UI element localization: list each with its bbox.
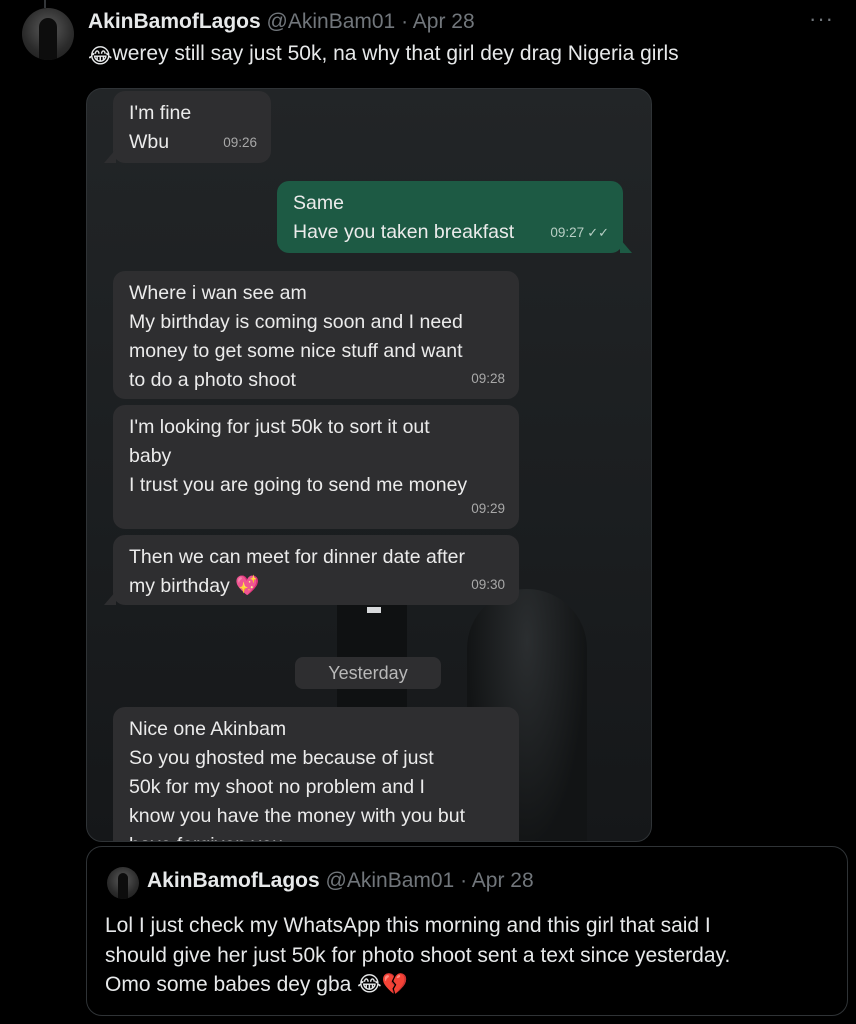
message-time: 09:27 [550,225,585,240]
chat-message-incoming: I'm looking for just 50k to sort it out … [113,405,519,529]
chat-message-incoming: Then we can meet for dinner date after m… [104,535,519,605]
message-line: I'm looking for just 50k to sort it out [129,416,430,438]
quoted-tweet-date: Apr 28 [471,869,534,892]
message-time: 09:26 [223,135,257,150]
message-time: 09:28 [471,371,505,386]
message-line: know you have the money with you but [129,805,466,827]
tweet-text-body: werey still say just 50k, na why that gi… [112,42,679,65]
chat-message-incoming: Where i wan see am My birthday is coming… [113,271,519,399]
quoted-text-line: Lol I just check my WhatsApp this mornin… [105,914,711,937]
message-line: Same [293,192,344,214]
chat-message-incoming: Nice one Akinbam So you ghosted me becau… [113,707,519,841]
message-line: Nice one Akinbam [129,718,287,740]
header-separator: · [454,869,472,892]
author-name[interactable]: AkinBamofLagos [88,10,261,33]
quoted-tweet-text: Lol I just check my WhatsApp this mornin… [105,911,730,1000]
chat-message-incoming: I'm fine Wbu 09:26 [104,91,271,163]
author-handle[interactable]: @AkinBam01 [267,10,396,33]
message-line: baby [129,445,172,467]
quoted-author-avatar [107,867,139,899]
chat-message-outgoing: Same Have you taken breakfast 09:27 ✓✓ [277,181,632,253]
quoted-tweet[interactable]: AkinBamofLagos @AkinBam01 · Apr 28 Lol I… [86,846,848,1016]
message-time: 09:30 [471,577,505,592]
header-separator: · [395,10,413,33]
quoted-text-line: Omo some babes dey gba 😂💔 [105,973,408,996]
quoted-tweet-header: AkinBamofLagos @AkinBam01 · Apr 28 [147,869,534,893]
tweet-date[interactable]: Apr 28 [413,10,475,33]
message-line: Where i wan see am [129,282,307,304]
date-divider: Yesterday [295,657,441,689]
avatar-figure [118,873,128,899]
tweet-text: 😂werey still say just 50k, na why that g… [88,42,679,69]
thread-connector-line [44,0,46,8]
quoted-author-handle: @AkinBam01 [325,869,455,892]
background-highlight [367,607,381,613]
message-line: my birthday 💖 [129,575,260,597]
message-time: 09:29 [471,501,505,516]
message-line: 50k for my shoot no problem and I [129,776,425,798]
author-avatar[interactable] [22,8,74,60]
tweet-header: AkinBamofLagos @AkinBam01 · Apr 28 [88,10,475,34]
quoted-author-name: AkinBamofLagos [147,869,320,892]
tweet-media-screenshot[interactable]: I'm fine Wbu 09:26 Same Have you taken b… [86,88,652,842]
message-time-with-ticks: 09:27 ✓✓ [550,218,609,247]
message-line: I'm fine [129,102,192,124]
message-line: So you ghosted me because of just [129,747,434,769]
laughing-emoji-icon: 😂 [88,45,113,68]
message-line: My birthday is coming soon and I need [129,311,463,333]
message-line: to do a photo shoot [129,369,296,391]
message-line: have forgiven you [129,831,503,841]
quoted-text-line: should give her just 50k for photo shoot… [105,943,731,967]
message-line: Then we can meet for dinner date after [129,546,466,568]
avatar-figure [39,18,57,60]
more-options-icon[interactable]: ··· [809,6,834,32]
message-line: money to get some nice stuff and want [129,340,463,362]
message-line: I trust you are going to send me money [129,474,468,496]
read-receipt-icon: ✓✓ [587,225,609,240]
